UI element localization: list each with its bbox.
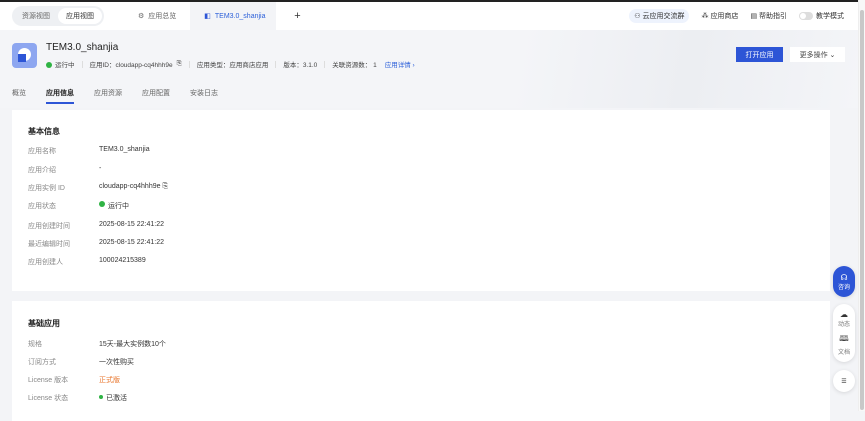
tab-app-resources[interactable]: 应用资源 [94, 88, 122, 104]
row-value: 运行中 [108, 203, 129, 210]
info-row: 应用状态 运行中 [28, 201, 129, 211]
row-label: 最近编辑时间 [28, 241, 70, 248]
app-version: 版本：3.1.0 [283, 62, 318, 69]
row-label: 应用创建人 [28, 259, 63, 266]
info-row: License 状态 已激活 [28, 393, 127, 403]
status-running-icon [99, 201, 105, 207]
tab-app-overview[interactable]: ⚙ 应用总览 [124, 2, 190, 30]
tab-app-instance[interactable]: ◧ TEM3.0_shanjia [190, 2, 277, 30]
info-row: License 版本 正式版 [28, 375, 120, 385]
page-tabs: 概览 应用信息 应用资源 应用配置 安装日志 [12, 88, 238, 104]
status-text: 运行中 [55, 62, 75, 69]
teaching-mode-toggle[interactable]: 教学模式 [799, 11, 844, 21]
consult-button[interactable]: ☊ 咨询 [833, 266, 855, 297]
app-title: TEM3.0_shanjia [46, 42, 119, 53]
resource-view-button[interactable]: 资源视图 [14, 8, 58, 24]
active-dot-icon [99, 395, 103, 399]
book-icon: 🕮 [839, 333, 849, 343]
info-row: 应用创建时间 2025-08-15 22:41:22 [28, 221, 164, 231]
info-row: 最近编辑时间 2025-08-15 22:41:22 [28, 239, 164, 249]
page-scrollbar[interactable] [858, 0, 865, 411]
menu-button[interactable]: ☰ [833, 370, 855, 392]
docs-label: 文档 [837, 349, 850, 356]
community-group-link[interactable]: ⚇ 云应用交流群 [629, 9, 690, 23]
open-app-button[interactable]: 打开应用 [736, 47, 783, 62]
app-header: TEM3.0_shanjia 运行中 应用ID：cloudapp-cq4hhh9… [0, 30, 858, 108]
news-button[interactable]: ☁ 动态 [838, 310, 850, 328]
row-value: cloudapp-cq4hhh9e [99, 183, 161, 190]
row-value: 2025-08-15 22:41:22 [99, 221, 164, 228]
app-store-label: 应用商店 [710, 13, 739, 20]
license-version-value: 正式版 [99, 377, 120, 384]
row-label: License 版本 [28, 377, 69, 384]
row-value: 15天-最大实例数10个 [99, 341, 166, 348]
list-icon: ☰ [841, 378, 847, 385]
view-toggle: 资源视图 应用视图 [12, 6, 104, 26]
add-tab-button[interactable]: + [294, 10, 300, 22]
section-title: 基础应用 [28, 319, 60, 328]
row-value: 100024215389 [99, 257, 146, 264]
status-badge: 运行中 [46, 59, 75, 69]
info-row: 订阅方式 一次性购买 [28, 357, 134, 367]
tab-app-config[interactable]: 应用配置 [142, 88, 170, 104]
app-details-link[interactable]: 应用详情 › [385, 59, 415, 69]
row-label: 订阅方式 [28, 359, 56, 366]
copy-icon[interactable]: ⎘ [163, 183, 169, 193]
gear-icon: ⚙ [138, 13, 145, 20]
info-row: 应用创建人 100024215389 [28, 257, 146, 267]
tab-overview[interactable]: 概览 [12, 88, 26, 104]
app-logo-icon [12, 43, 37, 68]
consult-label: 咨询 [837, 284, 850, 291]
row-label: 应用名称 [28, 148, 56, 155]
app-icon: ◧ [204, 13, 211, 20]
row-value: 一次性购买 [99, 359, 134, 366]
row-value: - [99, 165, 102, 172]
section-title: 基本信息 [28, 127, 60, 136]
app-id: 应用ID：cloudapp-cq4hhh9e [89, 62, 173, 69]
document-icon: ▤ [750, 13, 759, 20]
info-row: 应用介绍 - [28, 165, 101, 175]
row-value: 已激活 [106, 395, 127, 402]
more-actions-button[interactable]: 更多操作 ⌄ [790, 47, 845, 62]
teaching-mode-label: 教学模式 [816, 13, 844, 20]
headset-icon: ☊ [840, 272, 848, 282]
copy-icon[interactable]: ⎘ [177, 60, 182, 68]
row-label: 应用实例 ID [28, 185, 65, 192]
status-running-icon [46, 62, 52, 69]
row-label: License 状态 [28, 395, 69, 402]
help-guide-link[interactable]: ▤ 帮助指引 [750, 11, 787, 21]
row-value: 2025-08-15 22:41:22 [99, 239, 164, 246]
news-label: 动态 [837, 322, 850, 329]
app-type: 应用类型：应用商店应用 [196, 62, 269, 69]
app-view-button[interactable]: 应用视图 [58, 8, 102, 24]
row-label: 应用创建时间 [28, 223, 70, 230]
help-label: 帮助指引 [759, 13, 787, 20]
tab-install-log[interactable]: 安装日志 [190, 88, 218, 104]
cloud-icon: ☁ [839, 310, 848, 320]
docs-button[interactable]: 🕮 文档 [838, 333, 850, 356]
row-value: TEM3.0_shanjia [99, 146, 150, 153]
row-label: 应用状态 [28, 203, 56, 210]
top-bar: 资源视图 应用视图 ⚙ 应用总览 ◧ TEM3.0_shanjia + ⚇ 云应用交… [0, 2, 858, 30]
toggle-switch[interactable] [799, 12, 813, 21]
base-app-card: 基础应用 规格 15天-最大实例数10个 订阅方式 一次性购买 License 版本… [12, 301, 830, 421]
tab-label: TEM3.0_shanjia [214, 12, 266, 20]
app-meta: 运行中 应用ID：cloudapp-cq4hhh9e ⎘ 应用类型：应用商店应用 … [46, 59, 415, 69]
row-label: 规格 [28, 341, 42, 348]
info-row: 规格 15天-最大实例数10个 [28, 339, 166, 349]
app-store-link[interactable]: ⁂ 应用商店 [701, 11, 738, 21]
basic-info-card: 基本信息 应用名称 TEM3.0_shanjia 应用介绍 - 应用实例 ID clo… [12, 110, 830, 291]
community-label: 云应用交流群 [642, 13, 685, 20]
info-row: 应用名称 TEM3.0_shanjia [28, 146, 150, 156]
info-row: 应用实例 ID cloudapp-cq4hhh9e ⎘ [28, 183, 168, 193]
row-label: 应用介绍 [28, 167, 56, 174]
side-tools: ☁ 动态 🕮 文档 [833, 304, 855, 362]
resource-count: 关联资源数： 1 [332, 62, 377, 69]
tab-label: 应用总览 [148, 13, 177, 20]
tab-app-info[interactable]: 应用信息 [46, 88, 74, 104]
